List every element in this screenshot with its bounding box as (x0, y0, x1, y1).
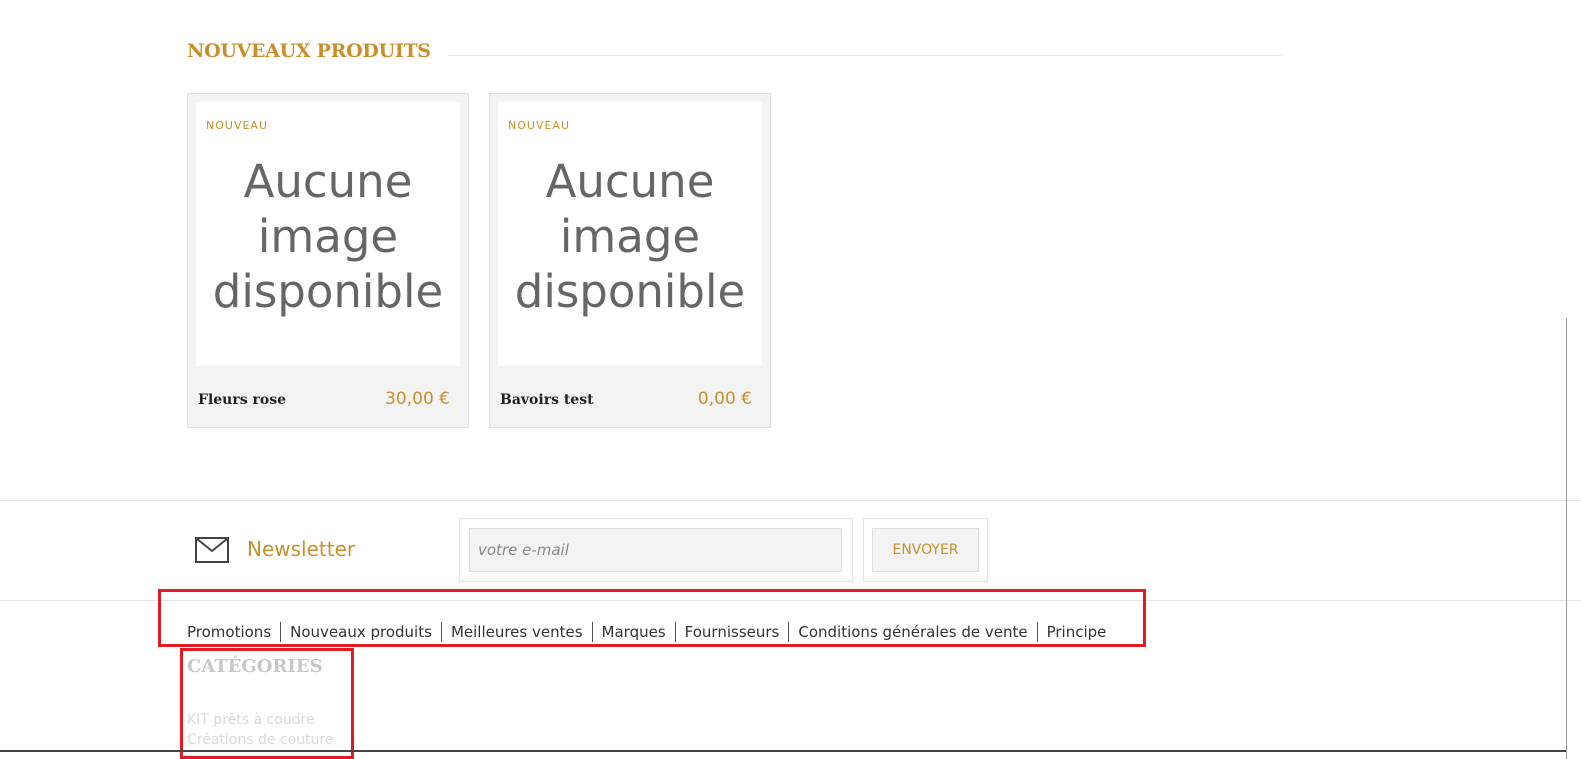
no-image-placeholder: Aucune image disponible (212, 155, 444, 318)
email-field-wrapper (459, 518, 853, 582)
product-image[interactable]: NOUVEAU Aucune image disponible (498, 102, 762, 366)
link-separator (674, 622, 676, 642)
product-price: 0,00 € (697, 389, 752, 409)
footer-link-new-products[interactable]: Nouveaux produits (290, 623, 432, 641)
categories-title: CATÉGORIES (187, 656, 323, 677)
footer-divider (0, 600, 1581, 601)
email-field[interactable] (469, 528, 842, 572)
newsletter-label: Newsletter (247, 537, 356, 561)
scrollbar-edge (1566, 318, 1567, 759)
send-button[interactable]: ENVOYER (872, 528, 979, 572)
window-bottom-edge (0, 750, 1566, 752)
product-name[interactable]: Bavoirs test (500, 392, 594, 408)
footer-link-suppliers[interactable]: Fournisseurs (685, 623, 780, 641)
product-image[interactable]: NOUVEAU Aucune image disponible (196, 102, 460, 366)
product-price: 30,00 € (385, 389, 450, 409)
link-separator (440, 622, 442, 642)
link-separator (591, 622, 593, 642)
footer-link-brands[interactable]: Marques (602, 623, 666, 641)
category-link[interactable]: Créations de couture (187, 732, 334, 748)
footer-link-best-sellers[interactable]: Meilleures ventes (451, 623, 583, 641)
link-separator (788, 622, 790, 642)
send-button-wrapper: ENVOYER (863, 518, 988, 582)
section-divider (0, 500, 1581, 501)
product-card[interactable]: NOUVEAU Aucune image disponible Fleurs r… (187, 93, 469, 428)
new-badge: NOUVEAU (206, 119, 268, 132)
no-image-placeholder: Aucune image disponible (514, 155, 746, 318)
link-separator (280, 622, 282, 642)
envelope-icon (195, 537, 229, 563)
new-badge: NOUVEAU (508, 119, 570, 132)
footer-link-promotions[interactable]: Promotions (187, 623, 271, 641)
product-card[interactable]: NOUVEAU Aucune image disponible Bavoirs … (489, 93, 771, 428)
section-title: NOUVEAUX PRODUITS (187, 40, 431, 62)
footer-link-terms[interactable]: Conditions générales de vente (798, 623, 1027, 641)
footer-link-principle[interactable]: Principe (1047, 623, 1107, 641)
footer-links: Promotions Nouveaux produits Meilleures … (187, 622, 1106, 642)
product-name[interactable]: Fleurs rose (198, 392, 286, 408)
category-link[interactable]: KIT prêts à coudre (187, 712, 315, 728)
link-separator (1036, 622, 1038, 642)
title-divider (448, 55, 1282, 56)
